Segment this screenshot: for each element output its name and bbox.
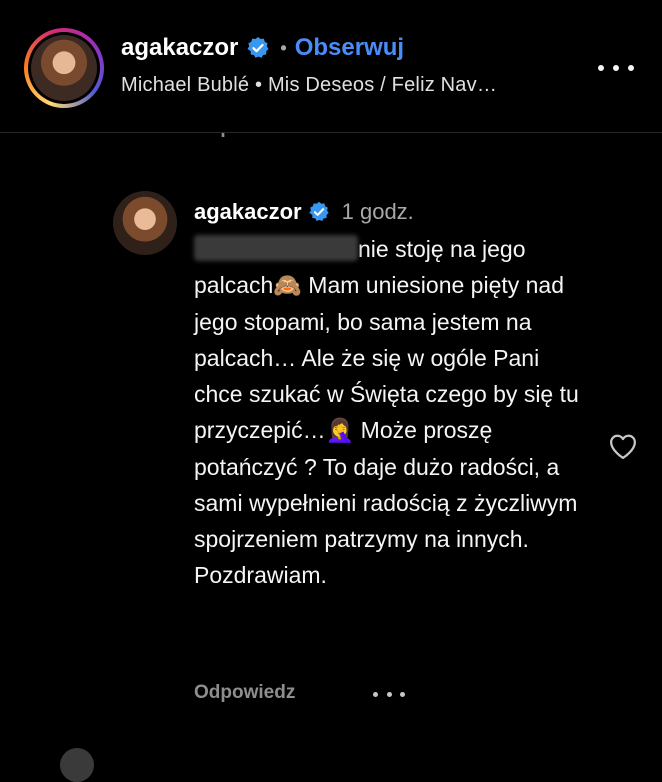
header-user-row: agakaczor • Obserwuj bbox=[121, 34, 404, 62]
heart-outline-icon[interactable] bbox=[608, 432, 638, 460]
separator-dot: • bbox=[280, 37, 287, 58]
post-header: agakaczor • Obserwuj Michael Bublé • Mis… bbox=[0, 0, 662, 133]
see-no-evil-monkey-emoji: 🙈 bbox=[273, 273, 302, 299]
verified-badge-icon bbox=[247, 37, 269, 58]
comment-time: 1 godz. bbox=[341, 199, 414, 224]
audio-track[interactable]: Michael Bublé • Mis Deseos / Feliz Nav… bbox=[121, 74, 497, 97]
story-ring[interactable] bbox=[24, 28, 104, 108]
header-username[interactable]: agakaczor bbox=[121, 34, 238, 62]
comment-username[interactable]: agakaczor bbox=[194, 199, 302, 225]
comment-avatar[interactable] bbox=[113, 191, 177, 255]
avatar bbox=[31, 35, 97, 101]
comment-more-icon[interactable] bbox=[373, 690, 405, 698]
comment-text: nie stoję na jego palcach🙈 Mam uniesione… bbox=[194, 231, 594, 593]
facepalm-emoji: 🤦‍♀️ bbox=[325, 418, 355, 444]
next-comment-avatar[interactable] bbox=[60, 748, 94, 782]
verified-badge-icon bbox=[309, 201, 329, 221]
reply-button[interactable]: Odpowiedz bbox=[194, 682, 295, 704]
blurred-mention bbox=[194, 235, 358, 261]
follow-button[interactable]: Obserwuj bbox=[295, 34, 404, 62]
more-horizontal-icon[interactable] bbox=[598, 58, 634, 78]
comment-header: agakaczor 1 godz. bbox=[194, 199, 414, 225]
